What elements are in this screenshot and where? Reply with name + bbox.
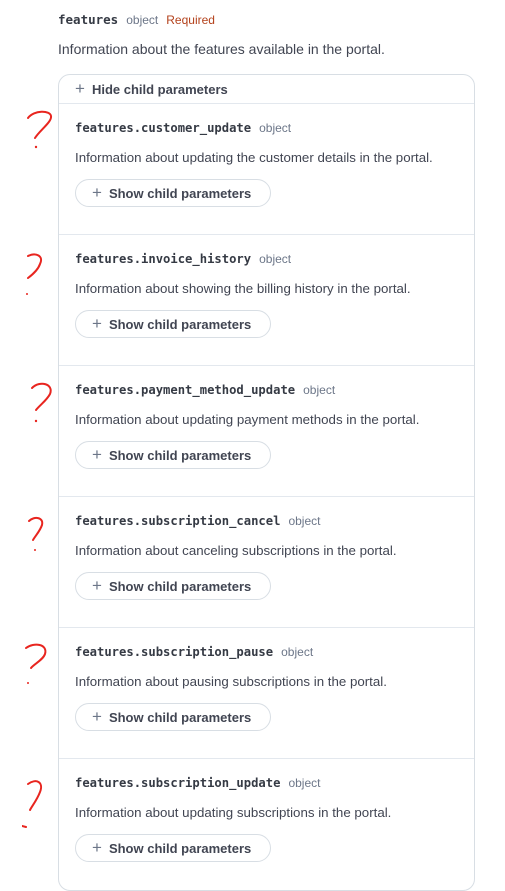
show-child-parameters-label: Show child parameters [108,185,252,201]
show-child-parameters-label: Show child parameters [108,840,252,856]
question-mark-annotation [31,382,52,423]
show-child-parameters-button[interactable]: + Show child parameters [75,310,271,338]
param-description: Information about the features available… [58,41,385,57]
child-parameter-description: Information about showing the billing hi… [75,281,411,296]
question-mark-annotation [27,110,52,149]
child-parameter-type: object [288,776,321,790]
child-parameter: features.invoice_history object Informat… [59,235,474,366]
hide-child-parameters-label: Hide child parameters [91,81,228,97]
child-parameter: features.subscription_pause object Infor… [59,628,474,759]
plus-icon: + [92,837,102,857]
show-child-parameters-button[interactable]: + Show child parameters [75,834,271,862]
child-parameter-type: object [288,514,321,528]
question-mark-annotation [28,516,44,551]
param-name: features [58,12,119,27]
question-mark-annotation [22,780,42,828]
child-parameter: features.customer_update object Informat… [59,104,474,235]
show-child-parameters-button[interactable]: + Show child parameters [75,441,271,469]
plus-icon: + [92,706,102,726]
plus-icon: + [92,575,102,595]
question-mark-annotation [26,253,42,295]
child-parameter-name: features.invoice_history [75,252,252,266]
show-child-parameters-button[interactable]: + Show child parameters [75,572,271,600]
show-child-parameters-button[interactable]: + Show child parameters [75,703,271,731]
child-parameters-panel: + Hide child parameters features.custome… [58,74,475,891]
child-parameter-name: features.customer_update [75,121,252,135]
show-child-parameters-button[interactable]: + Show child parameters [75,179,271,207]
child-parameter-name: features.subscription_pause [75,645,274,659]
required-badge: Required [166,13,215,27]
child-parameter-name: features.subscription_update [75,776,281,790]
param-type: object [126,13,159,27]
child-parameter-type: object [281,645,314,659]
child-parameter-description: Information about updating subscriptions… [75,805,392,820]
child-parameter: features.subscription_update object Info… [59,759,474,890]
child-parameter-name: features.payment_method_update [75,383,296,397]
plus-icon: + [92,182,102,202]
child-parameter-type: object [259,121,292,135]
show-child-parameters-label: Show child parameters [108,578,252,594]
param-header: features object Required [58,12,215,27]
show-child-parameters-label: Show child parameters [108,316,252,332]
plus-icon: + [92,313,102,333]
child-parameter: features.subscription_cancel object Info… [59,497,474,628]
child-parameter-name: features.subscription_cancel [75,514,281,528]
child-parameter: features.payment_method_update object In… [59,366,474,497]
child-parameter-description: Information about pausing subscriptions … [75,674,387,689]
plus-icon: + [75,78,85,98]
question-mark-annotation [25,643,47,684]
child-parameter-type: object [259,252,292,266]
show-child-parameters-label: Show child parameters [108,709,252,725]
child-parameter-type: object [303,383,336,397]
child-parameter-description: Information about canceling subscription… [75,543,397,558]
child-parameter-description: Information about updating the customer … [75,150,433,165]
child-parameter-description: Information about updating payment metho… [75,412,420,427]
show-child-parameters-label: Show child parameters [108,447,252,463]
hide-child-parameters-button[interactable]: + Hide child parameters [59,75,474,104]
plus-icon: + [92,444,102,464]
